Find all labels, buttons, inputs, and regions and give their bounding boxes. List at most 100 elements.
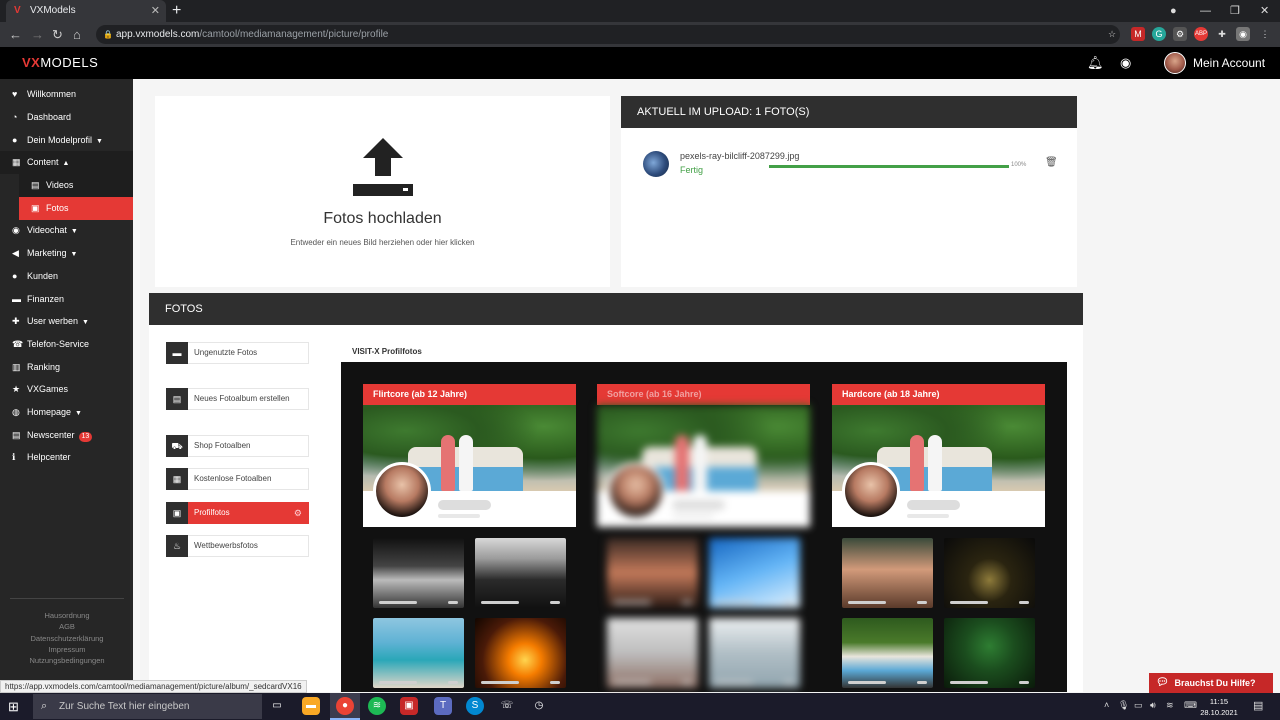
- photo-thumbnail[interactable]: [709, 538, 800, 608]
- language-icon[interactable]: ⌨: [1184, 700, 1197, 711]
- microphone-icon[interactable]: 🎙︎: [1118, 700, 1129, 711]
- forward-icon[interactable]: →: [31, 22, 44, 47]
- thumb-bar: [917, 601, 927, 604]
- sidebar-item-videos[interactable]: ▤ Videos: [19, 174, 133, 197]
- menu-neues-fotoalbum[interactable]: ▤ Neues Fotoalbum erstellen: [166, 388, 309, 410]
- windows-start-icon[interactable]: ⊞: [8, 699, 19, 715]
- photo-thumbnail[interactable]: [944, 618, 1035, 688]
- sidebar-item-marketing[interactable]: ◀ Marketing ▼: [0, 242, 133, 265]
- footer-link-hausordnung[interactable]: Hausordnung: [10, 610, 124, 621]
- sidebar-item-finanzen[interactable]: ▬ Finanzen: [0, 288, 133, 311]
- close-tab-icon[interactable]: ✕: [151, 0, 160, 22]
- avatar[interactable]: [1164, 52, 1186, 74]
- thumb-bar: [784, 601, 794, 604]
- photo-thumbnail[interactable]: [373, 538, 464, 608]
- taskbar-search[interactable]: ⌕ Zur Suche Text hier eingeben: [33, 694, 262, 719]
- chevron-up-icon: ▲: [62, 160, 70, 167]
- browser-tab[interactable]: V VXModels ✕: [6, 0, 166, 22]
- globe-icon: ◍: [12, 407, 20, 417]
- spotify-icon[interactable]: ≋: [368, 697, 386, 715]
- photo-thumbnail[interactable]: [475, 538, 566, 608]
- photo-thumbnail[interactable]: [607, 618, 698, 688]
- restore-button[interactable]: ❐: [1230, 0, 1240, 22]
- chrome-icon[interactable]: ●: [336, 697, 354, 715]
- gmail-extension-icon[interactable]: M: [1131, 27, 1145, 41]
- footer-link-datenschutz[interactable]: Datenschutzerklärung: [10, 633, 124, 644]
- menu-kostenlose-fotoalben[interactable]: ▦ Kostenlose Fotoalben: [166, 468, 309, 490]
- account-link[interactable]: Mein Account: [1193, 56, 1265, 70]
- photo-thumbnail[interactable]: [709, 618, 800, 688]
- address-bar[interactable]: 🔒 app.vxmodels.com/camtool/mediamanageme…: [96, 25, 1120, 44]
- profile-avatar-photo[interactable]: [842, 462, 900, 520]
- wifi-icon[interactable]: ≋: [1166, 700, 1174, 711]
- sidebar-item-vxgames[interactable]: ★ VXGames: [0, 378, 133, 401]
- photo-upload-dropzone[interactable]: Fotos hochladen Entweder ein neues Bild …: [155, 96, 610, 287]
- skype-icon[interactable]: S: [466, 697, 484, 715]
- sidebar-item-willkommen[interactable]: ♥ Willkommen: [0, 83, 133, 106]
- grammarly-extension-icon[interactable]: G: [1152, 27, 1166, 41]
- menu-kebab-icon[interactable]: ⋮: [1258, 27, 1272, 41]
- menu-label: Neues Fotoalbum erstellen: [194, 394, 290, 403]
- task-view-icon[interactable]: ▭: [268, 697, 286, 715]
- bell-icon[interactable]: 🔔︎: [1087, 55, 1104, 71]
- webcam-icon: ◉: [12, 225, 20, 235]
- profile-avatar-photo[interactable]: [373, 462, 431, 520]
- menu-ungenutzte-fotos[interactable]: ▬ Ungenutzte Fotos: [166, 342, 309, 364]
- clock-app-icon[interactable]: ◷: [530, 697, 548, 715]
- extension-avatar-icon[interactable]: ◉: [1236, 27, 1250, 41]
- minimize-button[interactable]: —: [1200, 0, 1211, 22]
- extension-icon[interactable]: ⚙: [1173, 27, 1187, 41]
- teams-icon[interactable]: T: [434, 697, 452, 715]
- network-icon[interactable]: ▭: [1134, 700, 1143, 711]
- photo-thumbnail[interactable]: [373, 618, 464, 688]
- sidebar-item-fotos[interactable]: ▣ Fotos: [19, 197, 133, 220]
- profile-icon[interactable]: ●: [1170, 0, 1177, 22]
- sidebar-item-dashboard[interactable]: ◔ Dashboard: [0, 106, 133, 129]
- sidebar-item-kunden[interactable]: ● Kunden: [0, 265, 133, 288]
- sidebar-item-user-werben[interactable]: ✚ User werben ▼: [0, 310, 133, 333]
- sidebar-item-homepage[interactable]: ◍ Homepage ▼: [0, 401, 133, 424]
- photo-thumbnail[interactable]: [944, 538, 1035, 608]
- footer-link-impressum[interactable]: Impressum: [10, 644, 124, 655]
- file-explorer-icon[interactable]: ▬: [302, 697, 320, 715]
- new-tab-button[interactable]: +: [172, 0, 181, 22]
- file-status: Fertig: [680, 165, 704, 175]
- profile-avatar-photo[interactable]: [607, 462, 665, 520]
- surfboard-image: [441, 435, 455, 491]
- photo-thumbnail[interactable]: [475, 618, 566, 688]
- photo-thumbnail[interactable]: [842, 618, 933, 688]
- menu-wettbewerbsfotos[interactable]: ♨ Wettbewerbsfotos: [166, 535, 309, 557]
- sidebar-item-ranking[interactable]: ▥ Ranking: [0, 356, 133, 379]
- sidebar-footer-links: Hausordnung AGB Datenschutzerklärung Imp…: [10, 598, 124, 666]
- security-app-icon[interactable]: ▣: [400, 697, 418, 715]
- back-icon[interactable]: ←: [9, 22, 22, 47]
- taskbar-clock[interactable]: 11:15 28.10.2021: [1198, 696, 1240, 718]
- status-bar-url: https://app.vxmodels.com/camtool/mediama…: [0, 680, 307, 693]
- photo-thumbnail[interactable]: [607, 538, 698, 608]
- adblock-extension-icon[interactable]: ABP: [1194, 27, 1208, 41]
- sidebar-item-newscenter[interactable]: ▤ Newscenter 13: [0, 424, 133, 447]
- help-chat-button[interactable]: 💬︎ Brauchst Du Hilfe?: [1149, 673, 1273, 693]
- notification-icon[interactable]: ▤: [1253, 699, 1263, 712]
- close-window-button[interactable]: ✕: [1260, 0, 1269, 22]
- sidebar-item-modelprofil[interactable]: ● Dein Modelprofil ▼: [0, 129, 133, 152]
- bookmark-star-icon[interactable]: ☆: [1105, 27, 1119, 41]
- footer-link-nutzungsbedingungen[interactable]: Nutzungsbedingungen: [10, 655, 124, 666]
- menu-profilfotos[interactable]: ▣ Profilfotos ⚙: [166, 502, 309, 524]
- reload-icon[interactable]: ↻: [52, 22, 63, 47]
- photo-thumbnail[interactable]: [842, 538, 933, 608]
- webcam-icon[interactable]: ◉: [1120, 55, 1131, 71]
- home-icon[interactable]: ⌂: [73, 22, 81, 47]
- puzzle-extensions-icon[interactable]: ✚: [1215, 27, 1229, 41]
- trash-icon[interactable]: 🗑︎: [1045, 157, 1058, 168]
- sidebar-item-helpcenter[interactable]: ℹ Helpcenter: [0, 446, 133, 469]
- volume-icon[interactable]: 🔊︎: [1150, 700, 1156, 711]
- vxmodels-logo[interactable]: VXMODELS: [22, 55, 98, 70]
- tray-chevron-icon[interactable]: ˄: [1104, 700, 1109, 710]
- menu-shop-fotoalben[interactable]: ⛟ Shop Fotoalben: [166, 435, 309, 457]
- sidebar-item-telefon-service[interactable]: ☎ Telefon-Service: [0, 333, 133, 356]
- sidebar-item-content[interactable]: ▦ Content ▲: [0, 151, 133, 174]
- footer-link-agb[interactable]: AGB: [10, 621, 124, 632]
- sidebar-item-videochat[interactable]: ◉ Videochat ▼: [0, 219, 133, 242]
- phone-app-icon[interactable]: ☏: [498, 697, 516, 715]
